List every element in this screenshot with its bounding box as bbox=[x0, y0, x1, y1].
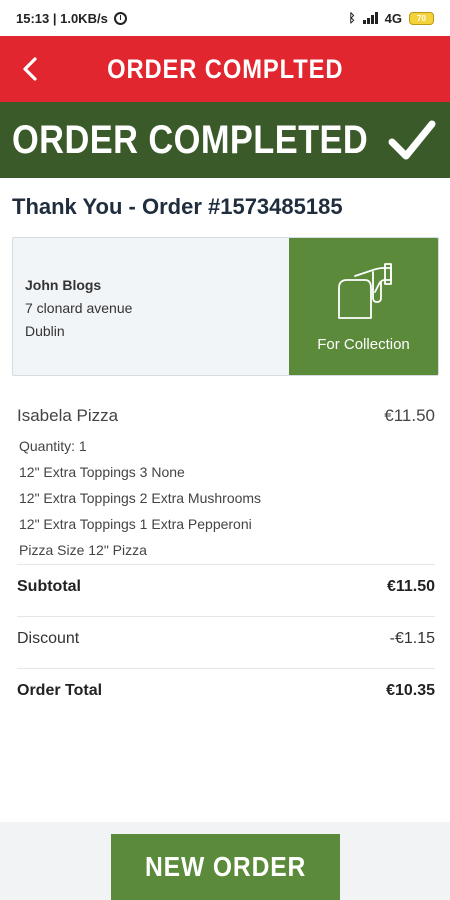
item-option: 12" Extra Toppings 3 None bbox=[19, 464, 185, 480]
alarm-icon bbox=[113, 11, 127, 25]
item-options: Quantity: 1 12" Extra Toppings 3 None 12… bbox=[19, 436, 261, 566]
discount-value: -€1.15 bbox=[389, 630, 435, 647]
item-option: 12" Extra Toppings 2 Extra Mushrooms bbox=[19, 490, 262, 506]
order-completed-banner: ORDER COMPLETED bbox=[0, 102, 450, 178]
banner-text: ORDER COMPLETED bbox=[12, 117, 369, 162]
address-line-1: 7 clonard avenue bbox=[25, 300, 133, 316]
order-total-value: €10.35 bbox=[386, 682, 435, 699]
signal-icon bbox=[362, 12, 378, 24]
divider bbox=[17, 616, 435, 617]
item-row: Isabela Pizza €11.50 bbox=[17, 406, 435, 426]
new-order-button[interactable]: NEW ORDER bbox=[111, 834, 340, 900]
check-icon bbox=[388, 120, 436, 160]
item-option: Pizza Size 12" Pizza bbox=[19, 542, 147, 558]
back-button[interactable] bbox=[10, 49, 50, 89]
order-info-card: John Blogs 7 clonard avenue Dublin For C… bbox=[12, 237, 439, 376]
item-price: €11.50 bbox=[384, 406, 435, 425]
customer-name: John Blogs bbox=[25, 277, 102, 293]
chevron-left-icon bbox=[23, 57, 37, 81]
status-time: 15:13 | 1.0KB/s bbox=[16, 10, 108, 26]
subtotal-value: €11.50 bbox=[386, 578, 435, 595]
collection-label: For Collection bbox=[317, 336, 410, 353]
collection-hand-icon bbox=[337, 263, 392, 319]
item-option: 12" Extra Toppings 1 Extra Pepperoni bbox=[19, 516, 252, 532]
battery-level: 70 bbox=[417, 13, 426, 23]
item-option: Quantity: 1 bbox=[19, 438, 87, 454]
collection-panel: For Collection bbox=[289, 238, 438, 375]
status-left: 15:13 | 1.0KB/s bbox=[16, 11, 127, 26]
divider bbox=[17, 564, 435, 565]
item-name: Isabela Pizza bbox=[17, 406, 119, 425]
discount-label: Discount bbox=[17, 630, 80, 647]
status-bar: 15:13 | 1.0KB/s ᛒ 4G 70 bbox=[0, 0, 450, 36]
divider bbox=[17, 668, 435, 669]
battery-icon: 70 bbox=[409, 11, 434, 25]
new-order-label: NEW ORDER bbox=[144, 851, 307, 882]
thank-you-heading: Thank You - Order #1573485185 bbox=[12, 194, 343, 219]
address-line-2: Dublin bbox=[25, 323, 65, 339]
app-title: ORDER COMPLTED bbox=[106, 53, 344, 84]
bluetooth-icon: ᛒ bbox=[348, 11, 356, 25]
order-total-row: Order Total €10.35 bbox=[17, 682, 435, 700]
discount-row: Discount -€1.15 bbox=[17, 630, 435, 648]
network-type: 4G bbox=[384, 10, 402, 26]
status-right: ᛒ 4G 70 bbox=[348, 11, 434, 26]
app-bar: ORDER COMPLTED bbox=[0, 36, 450, 102]
address-block: John Blogs 7 clonard avenue Dublin bbox=[13, 238, 289, 375]
subtotal-row: Subtotal €11.50 bbox=[17, 578, 435, 596]
screen: 15:13 | 1.0KB/s ᛒ 4G 70 ORDER COMPLTED O… bbox=[0, 0, 450, 900]
order-total-label: Order Total bbox=[17, 682, 103, 699]
subtotal-label: Subtotal bbox=[17, 578, 81, 595]
bottom-bar: NEW ORDER bbox=[0, 822, 450, 900]
